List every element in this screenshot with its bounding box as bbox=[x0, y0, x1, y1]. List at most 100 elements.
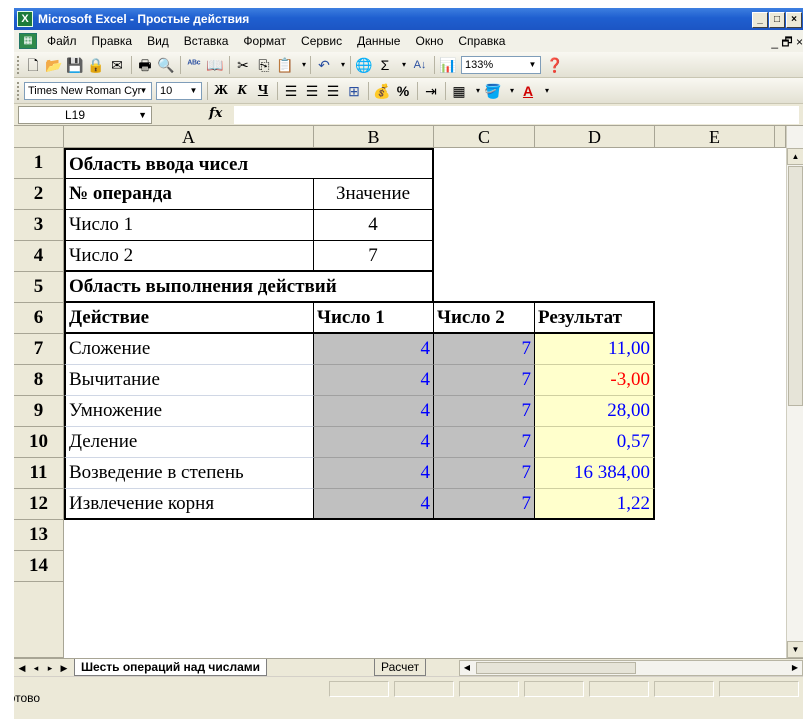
indent-icon[interactable]: ⇥ bbox=[422, 82, 440, 100]
underline-button[interactable]: Ч bbox=[254, 82, 272, 100]
save-icon[interactable]: 💾 bbox=[66, 56, 84, 74]
row-header-6[interactable]: 6 bbox=[14, 303, 64, 334]
sheet-tab-six-operations[interactable]: Шесть операций над числами bbox=[74, 659, 267, 676]
cell-d12[interactable]: 1,22 bbox=[535, 489, 655, 520]
zoom-select[interactable]: 133% ▼ bbox=[461, 56, 541, 74]
cell-b12[interactable]: 4 bbox=[314, 489, 434, 520]
row-header-12[interactable]: 12 bbox=[14, 489, 64, 520]
open-icon[interactable]: 📂 bbox=[45, 56, 63, 74]
font-size-select[interactable]: 10 ▼ bbox=[156, 82, 202, 100]
chevron-down-icon[interactable]: ▼ bbox=[526, 58, 539, 72]
vertical-scrollbar[interactable]: ▲ ▼ bbox=[786, 126, 803, 658]
cell-c12[interactable]: 7 bbox=[434, 489, 535, 520]
menu-format[interactable]: Формат bbox=[243, 34, 286, 48]
minimize-button[interactable]: _ bbox=[752, 12, 768, 28]
align-right-icon[interactable]: ☰ bbox=[324, 82, 342, 100]
worksheet-grid[interactable]: A B C D E 1 2 3 4 5 6 7 8 9 10 11 12 13 … bbox=[14, 126, 803, 658]
horizontal-scrollbar[interactable]: ◀ ▶ bbox=[459, 660, 803, 676]
column-header-b[interactable]: B bbox=[314, 126, 434, 148]
help-icon[interactable]: ❓ bbox=[546, 56, 564, 74]
last-sheet-icon[interactable]: ▶ bbox=[58, 661, 70, 675]
font-name-select[interactable]: Times New Roman Cyr ▼ bbox=[24, 82, 152, 100]
cell-b11[interactable]: 4 bbox=[314, 458, 434, 489]
row-header-5[interactable]: 5 bbox=[14, 272, 64, 303]
print-preview-icon[interactable]: 🔍 bbox=[157, 56, 175, 74]
currency-icon[interactable]: 💰 bbox=[373, 82, 391, 100]
cell-a4[interactable]: Число 2 bbox=[64, 241, 314, 272]
name-box[interactable]: L19 ▼ bbox=[18, 106, 152, 124]
doc-close-button[interactable]: × bbox=[796, 35, 803, 49]
scroll-right-icon[interactable]: ▶ bbox=[788, 661, 802, 675]
cell-c6[interactable]: Число 2 bbox=[434, 301, 535, 334]
cell-a7[interactable]: Сложение bbox=[64, 334, 314, 365]
cell-a5[interactable]: Область выполнения действий bbox=[64, 272, 434, 303]
row-header-13[interactable]: 13 bbox=[14, 520, 64, 551]
cut-icon[interactable]: ✂ bbox=[234, 56, 252, 74]
cell-a12[interactable]: Извлечение корня bbox=[64, 489, 314, 520]
cell-a6[interactable]: Действие bbox=[64, 303, 314, 334]
cell-b4[interactable]: 7 bbox=[314, 241, 434, 272]
align-center-icon[interactable]: ☰ bbox=[303, 82, 321, 100]
cell-a3[interactable]: Число 1 bbox=[64, 210, 314, 241]
cell-c11[interactable]: 7 bbox=[434, 458, 535, 489]
cell-d11[interactable]: 16 384,00 bbox=[535, 458, 655, 489]
toolbar-grip[interactable] bbox=[17, 82, 20, 100]
cell-b9[interactable]: 4 bbox=[314, 396, 434, 427]
doc-minimize-button[interactable]: _ bbox=[771, 35, 778, 49]
row-header-2[interactable]: 2 bbox=[14, 179, 64, 210]
new-icon[interactable]: 🗋 bbox=[24, 56, 42, 74]
research-icon[interactable]: 📖 bbox=[206, 56, 224, 74]
row-header-1[interactable]: 1 bbox=[14, 148, 64, 179]
column-header-e[interactable]: E bbox=[655, 126, 775, 148]
next-sheet-icon[interactable]: ▸ bbox=[44, 661, 56, 675]
maximize-button[interactable]: □ bbox=[769, 12, 785, 28]
menu-help[interactable]: Справка bbox=[458, 34, 505, 48]
menu-window[interactable]: Окно bbox=[415, 34, 443, 48]
spelling-icon[interactable]: ᴬᴮᶜ bbox=[185, 56, 203, 74]
chart-icon[interactable]: 📊 bbox=[439, 56, 457, 74]
sheet-tab-calc[interactable]: Расчет bbox=[374, 659, 427, 676]
document-icon[interactable]: ▦ bbox=[19, 33, 37, 49]
row-header-4[interactable]: 4 bbox=[14, 241, 64, 272]
print-icon[interactable]: 🖶 bbox=[136, 56, 154, 74]
title-bar[interactable]: X Microsoft Excel - Простые действия _ □ × bbox=[14, 8, 803, 30]
copy-icon[interactable]: ⎘ bbox=[255, 56, 273, 74]
row-header-3[interactable]: 3 bbox=[14, 210, 64, 241]
menu-data[interactable]: Данные bbox=[357, 34, 400, 48]
cell-c9[interactable]: 7 bbox=[434, 396, 535, 427]
font-color-dropdown-icon[interactable]: ▾ bbox=[538, 82, 556, 100]
cell-a1[interactable]: Область ввода чисел bbox=[64, 148, 434, 179]
cell-a10[interactable]: Деление bbox=[64, 427, 314, 458]
cell-b3[interactable]: 4 bbox=[314, 210, 434, 241]
menu-file[interactable]: Файл bbox=[47, 34, 77, 48]
font-color-icon[interactable]: A bbox=[519, 82, 537, 100]
scroll-left-icon[interactable]: ◀ bbox=[460, 661, 474, 675]
paste-icon[interactable]: 📋 bbox=[276, 56, 294, 74]
chevron-down-icon[interactable]: ▼ bbox=[137, 84, 150, 98]
email-icon[interactable]: ✉ bbox=[108, 56, 126, 74]
row-header-14[interactable]: 14 bbox=[14, 551, 64, 582]
sort-icon[interactable]: A↓ bbox=[411, 56, 429, 74]
fill-color-icon[interactable]: 🪣 bbox=[484, 82, 502, 100]
row-header-8[interactable]: 8 bbox=[14, 365, 64, 396]
select-all-corner[interactable] bbox=[14, 126, 64, 148]
scroll-down-icon[interactable]: ▼ bbox=[787, 641, 803, 658]
cell-c10[interactable]: 7 bbox=[434, 427, 535, 458]
column-header-f[interactable] bbox=[775, 126, 786, 148]
cell-c7[interactable]: 7 bbox=[434, 334, 535, 365]
scroll-up-icon[interactable]: ▲ bbox=[787, 148, 803, 165]
column-header-a[interactable]: A bbox=[64, 126, 314, 148]
row-header-7[interactable]: 7 bbox=[14, 334, 64, 365]
row-header-10[interactable]: 10 bbox=[14, 427, 64, 458]
menu-insert[interactable]: Вставка bbox=[184, 34, 229, 48]
cell-b6[interactable]: Число 1 bbox=[314, 303, 434, 334]
doc-restore-button[interactable]: 🗗 bbox=[781, 35, 792, 49]
menu-edit[interactable]: Правка bbox=[92, 34, 133, 48]
excel-app-icon[interactable]: X bbox=[17, 11, 33, 27]
cell-d6[interactable]: Результат bbox=[535, 301, 655, 334]
cell-a8[interactable]: Вычитание bbox=[64, 365, 314, 396]
bold-button[interactable]: Ж bbox=[212, 82, 230, 100]
autosum-icon[interactable]: Σ bbox=[376, 56, 394, 74]
cell-d8[interactable]: -3,00 bbox=[535, 365, 655, 396]
row-header-9[interactable]: 9 bbox=[14, 396, 64, 427]
